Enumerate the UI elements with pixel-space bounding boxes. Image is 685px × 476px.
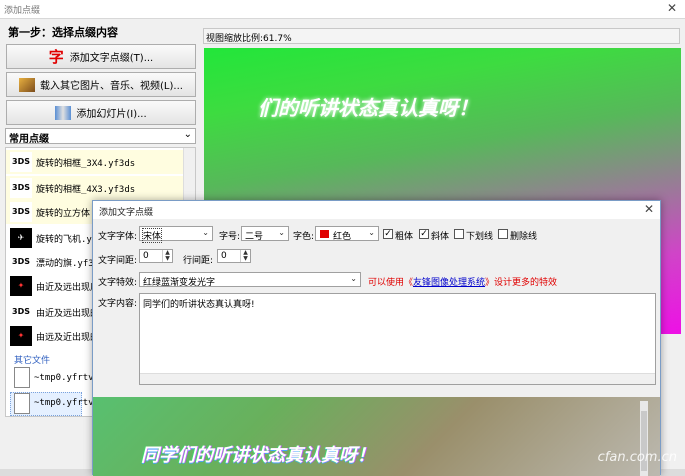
size-select[interactable]: 二号 ⌄ [241, 226, 289, 242]
size-value: 二号 [245, 232, 264, 242]
list-item-label: 由远及近出现的 [36, 333, 100, 343]
strikethrough-checkbox[interactable] [498, 229, 508, 239]
load-media-button[interactable]: 载入其它图片、音乐、视频(L)... [6, 72, 196, 97]
spacing-stepper[interactable]: 0 ▲ ▼ [139, 249, 173, 263]
spacing-value: 0 [143, 251, 149, 261]
media-icon [19, 77, 36, 92]
add-text-label: 添加文字点缀(T)... [69, 53, 154, 64]
close-icon[interactable]: ✕ [644, 202, 654, 216]
thumbnail: ✦ [10, 276, 32, 296]
italic-label: 斜体 [431, 232, 450, 242]
color-select[interactable]: 红色 ⌄ [315, 226, 379, 242]
file-icon [14, 393, 34, 415]
chevron-down-icon: ⌄ [278, 228, 285, 237]
dialog-preview-text: 同学们的听讲状态真认真呀！ [141, 445, 375, 466]
list-item-label: 由近及远出现的 [36, 309, 100, 319]
title-bar: 添加点缀 ✕ [0, 0, 685, 19]
color-swatch [320, 230, 329, 238]
stepper-arrows-icon[interactable]: ▲ ▼ [162, 250, 172, 262]
add-text-button[interactable]: 字 添加文字点缀(T)... [6, 44, 196, 69]
effect-value: 红绿蓝渐变发光字 [143, 278, 216, 288]
underline-checkbox[interactable] [454, 229, 464, 239]
add-text-dialog: 添加文字点缀 ✕ 文字字体: 宋体 ⌄ 字号: 二号 ⌄ 字色: 红色 ⌄ ✓ … [92, 200, 661, 476]
thumbnail: 3DS [10, 252, 32, 272]
content-label: 文字内容: [98, 299, 138, 309]
line-spacing-value: 0 [221, 251, 227, 261]
list-item-label: 由近及远出现后 [36, 283, 100, 293]
font-select[interactable]: 宋体 ⌄ [139, 226, 213, 243]
step-title: 第一步：选择点缀内容 [8, 26, 118, 39]
effect-label: 文字特效: [98, 278, 138, 288]
color-value: 红色 [333, 232, 352, 242]
close-icon[interactable]: ✕ [667, 1, 677, 15]
spacing-label: 文字间距: [98, 256, 138, 266]
thumbnail: ✈ [10, 228, 32, 248]
category-label: 常用点缀 [9, 134, 49, 145]
add-slides-label: 添加幻灯片(I)... [76, 109, 147, 120]
zoom-bar: 视图缩放比例:61.7% [203, 28, 680, 44]
bold-checkbox[interactable]: ✓ [383, 229, 393, 239]
underline-label: 下划线 [466, 232, 494, 242]
category-dropdown[interactable]: 常用点缀 ⌄ [5, 128, 196, 145]
add-slides-button[interactable]: 添加幻灯片(I)... [6, 100, 196, 125]
hint-prefix: 可以使用《 [368, 278, 414, 288]
text-char-icon: 字 [48, 48, 64, 66]
other-files-header: 其它文件 [14, 356, 51, 366]
effect-select[interactable]: 红绿蓝渐变发光字 ⌄ [139, 272, 361, 288]
chevron-down-icon: ⌄ [202, 228, 209, 237]
content-textarea[interactable]: 同学们的听讲状态真认真呀! [139, 293, 656, 385]
effect-hint: 可以使用《友锋图像处理系统》设计更多的特效 [368, 275, 557, 288]
watermark: cfan.com.cn [597, 450, 677, 465]
stepper-arrows-icon[interactable]: ▲ ▼ [240, 250, 250, 262]
italic-checkbox[interactable]: ✓ [419, 229, 429, 239]
dialog-title-bar: 添加文字点缀 ✕ [93, 201, 660, 219]
list-item-label: 旋转的相框_3X4.yf3ds [36, 159, 136, 169]
list-item-label: 旋转的立方体 [36, 209, 91, 219]
slideshow-icon [55, 105, 72, 120]
strikethrough-label: 删除线 [510, 232, 538, 242]
window-title: 添加点缀 [4, 6, 41, 16]
chevron-down-icon: ⌄ [368, 228, 375, 237]
line-spacing-label: 行间距: [183, 256, 214, 266]
thumbnail: 3DS [10, 152, 32, 172]
dialog-title: 添加文字点缀 [99, 208, 154, 218]
chevron-down-icon: ⌄ [183, 129, 192, 140]
file-item[interactable]: ~tmp0.yfrtv [34, 398, 94, 408]
list-item[interactable]: 3DS 旋转的相框_3X4.yf3ds [6, 150, 186, 174]
bold-label: 粗体 [395, 232, 414, 242]
horizontal-scrollbar[interactable] [140, 373, 655, 384]
chevron-down-icon: ⌄ [350, 274, 357, 283]
load-media-label: 载入其它图片、音乐、视频(L)... [40, 81, 183, 92]
hint-suffix: 》设计更多的特效 [485, 278, 558, 288]
line-spacing-stepper[interactable]: 0 ▲ ▼ [217, 249, 251, 263]
color-label: 字色: [293, 232, 315, 242]
thumbnail: 3DS [10, 202, 32, 222]
font-label: 文字字体: [98, 232, 138, 242]
thumbnail: ✦ [10, 326, 32, 346]
thumbnail: 3DS [10, 178, 32, 198]
hint-link[interactable]: 友锋图像处理系统 [413, 278, 485, 288]
font-value: 宋体 [141, 228, 163, 243]
list-item-label: 旋转的相框_4X3.yf3ds [36, 185, 136, 195]
preview-text: 们的听讲状态真认真呀！ [258, 96, 478, 120]
list-item-label: 漂动的旗.yf3d [36, 259, 100, 269]
file-item[interactable]: ~tmp0.yfrtv [34, 373, 94, 383]
list-item[interactable]: 3DS 旋转的相框_4X3.yf3ds [6, 176, 186, 200]
list-item-label: 旋转的飞机.yf [36, 235, 98, 245]
content-value: 同学们的听讲状态真认真呀! [143, 300, 255, 310]
zoom-label: 视图缩放比例:61.7% [206, 34, 292, 44]
file-icon [14, 367, 34, 389]
thumbnail: 3DS [10, 302, 32, 322]
size-label: 字号: [219, 232, 241, 242]
